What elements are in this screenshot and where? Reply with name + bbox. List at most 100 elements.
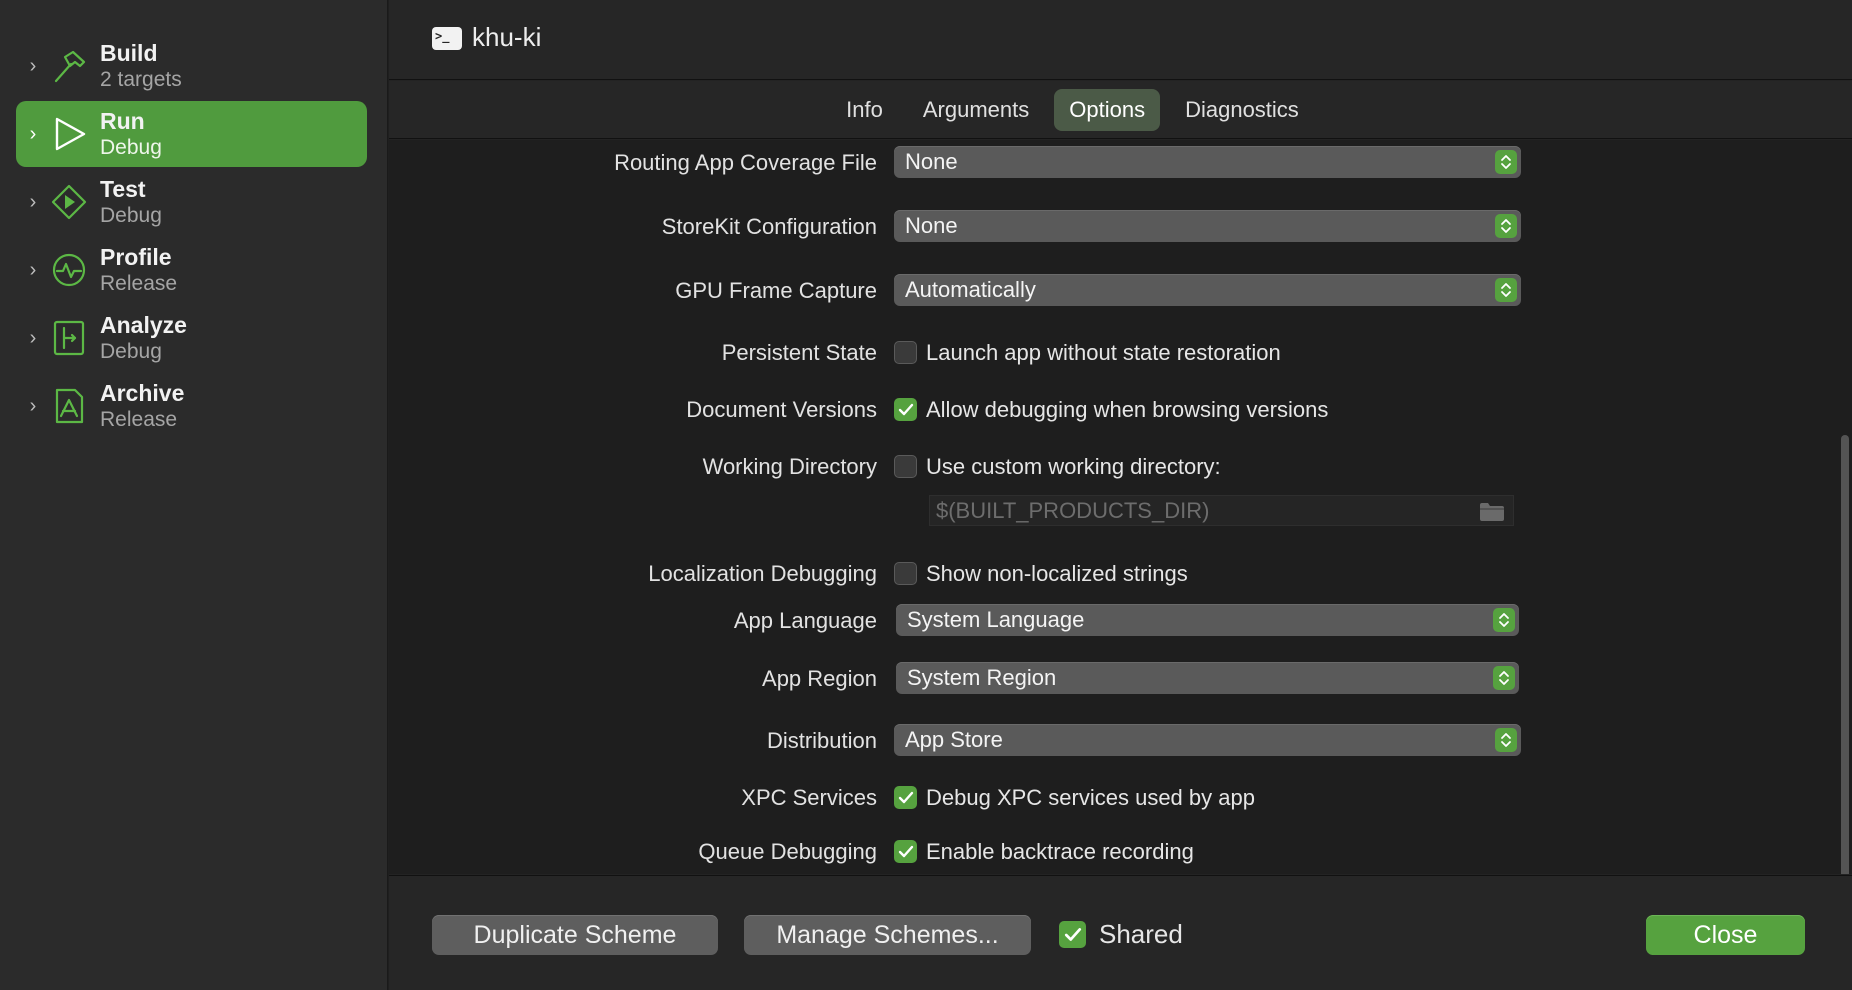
shared-checkbox[interactable] bbox=[1059, 921, 1086, 948]
scrollbar-thumb[interactable] bbox=[1841, 435, 1849, 874]
working-directory-checkbox[interactable] bbox=[894, 455, 917, 478]
manage-schemes-button[interactable]: Manage Schemes... bbox=[744, 915, 1031, 955]
sidebar-item-label: Test bbox=[100, 175, 146, 202]
app-region-label: App Region bbox=[762, 666, 877, 691]
queue-debugging-check-label[interactable]: Enable backtrace recording bbox=[926, 839, 1194, 865]
sidebar-item-sublabel: Debug bbox=[100, 340, 162, 364]
distribution-select[interactable]: App Store bbox=[894, 724, 1521, 756]
sidebar-item-sublabel: Debug bbox=[100, 136, 162, 160]
sidebar-item-profile[interactable]: › Profile Release bbox=[16, 237, 367, 303]
queue-debugging-checkbox[interactable] bbox=[894, 840, 917, 863]
distribution-row: Distribution App Store bbox=[389, 724, 1852, 758]
sidebar-item-label: Profile bbox=[100, 243, 172, 270]
xpc-services-checkbox[interactable] bbox=[894, 786, 917, 809]
checkmark-icon bbox=[898, 791, 913, 803]
routing-coverage-row: Routing App Coverage File None bbox=[389, 146, 1852, 180]
analyze-icon bbox=[50, 319, 88, 357]
select-value: App Store bbox=[905, 727, 1003, 752]
footer-bar: Duplicate Scheme Manage Schemes... Share… bbox=[389, 875, 1852, 990]
persistent-state-check-label[interactable]: Launch app without state restoration bbox=[926, 340, 1281, 366]
localization-debugging-check-label[interactable]: Show non-localized strings bbox=[926, 561, 1188, 587]
diamond-play-icon bbox=[50, 183, 88, 221]
select-value: None bbox=[905, 149, 958, 174]
document-versions-check-label[interactable]: Allow debugging when browsing versions bbox=[926, 397, 1328, 423]
gpu-capture-label: GPU Frame Capture bbox=[675, 278, 877, 303]
updown-stepper-icon bbox=[1493, 608, 1515, 632]
chevron-right-icon[interactable]: › bbox=[18, 55, 48, 78]
sidebar-item-archive[interactable]: › Archive Release bbox=[16, 373, 367, 439]
folder-icon[interactable] bbox=[1479, 500, 1505, 529]
updown-stepper-icon bbox=[1495, 278, 1517, 302]
sidebar-item-sublabel: Debug bbox=[100, 204, 162, 228]
scheme-title-bar: >_ khu-ki bbox=[389, 0, 1852, 80]
checkmark-icon bbox=[898, 845, 913, 857]
updown-stepper-icon bbox=[1493, 666, 1515, 690]
sidebar-item-run[interactable]: › Run Debug bbox=[16, 101, 367, 167]
persistent-state-checkbox[interactable] bbox=[894, 341, 917, 364]
xpc-services-check-label[interactable]: Debug XPC services used by app bbox=[926, 785, 1255, 811]
localization-debugging-checkbox[interactable] bbox=[894, 562, 917, 585]
working-directory-path-field[interactable]: $(BUILT_PRODUCTS_DIR) bbox=[929, 495, 1514, 526]
xpc-services-row: XPC Services Debug XPC services used by … bbox=[389, 781, 1852, 815]
chevron-right-icon[interactable]: › bbox=[18, 123, 48, 146]
options-scrollbar[interactable] bbox=[1838, 435, 1852, 874]
select-value: None bbox=[905, 213, 958, 238]
chevron-right-icon[interactable]: › bbox=[18, 395, 48, 418]
sidebar-item-sublabel: 2 targets bbox=[100, 68, 182, 92]
sidebar-item-label: Build bbox=[100, 39, 158, 66]
close-button[interactable]: Close bbox=[1646, 915, 1805, 955]
queue-debugging-label: Queue Debugging bbox=[698, 839, 877, 864]
persistent-state-row: Persistent State Launch app without stat… bbox=[389, 336, 1852, 370]
updown-stepper-icon bbox=[1495, 150, 1517, 174]
chevron-right-icon[interactable]: › bbox=[18, 191, 48, 214]
chevron-right-icon[interactable]: › bbox=[18, 327, 48, 350]
scheme-action-sidebar: › Build 2 targets › Run Debug › Test Deb… bbox=[0, 0, 388, 990]
app-region-row: App Region System Region bbox=[389, 662, 1852, 696]
routing-coverage-label: Routing App Coverage File bbox=[614, 150, 877, 175]
sidebar-item-label: Archive bbox=[100, 379, 185, 406]
updown-stepper-icon bbox=[1495, 728, 1517, 752]
tab-arguments[interactable]: Arguments bbox=[908, 89, 1044, 131]
storekit-select[interactable]: None bbox=[894, 210, 1521, 242]
updown-stepper-icon bbox=[1495, 214, 1517, 238]
working-directory-label: Working Directory bbox=[702, 454, 877, 479]
working-directory-check-label[interactable]: Use custom working directory: bbox=[926, 454, 1221, 480]
sidebar-item-label: Run bbox=[100, 107, 145, 134]
shared-label[interactable]: Shared bbox=[1099, 919, 1183, 950]
tab-diagnostics[interactable]: Diagnostics bbox=[1170, 89, 1314, 131]
routing-coverage-select[interactable]: None bbox=[894, 146, 1521, 178]
sidebar-item-sublabel: Release bbox=[100, 408, 178, 432]
select-value: System Region bbox=[907, 665, 1057, 690]
document-versions-row: Document Versions Allow debugging when b… bbox=[389, 393, 1852, 427]
archive-icon bbox=[50, 387, 88, 425]
sidebar-item-analyze[interactable]: › Analyze Debug bbox=[16, 305, 367, 371]
hammer-icon bbox=[50, 47, 88, 85]
options-content: Routing App Coverage File None StoreKit … bbox=[389, 140, 1852, 874]
path-placeholder: $(BUILT_PRODUCTS_DIR) bbox=[936, 498, 1210, 523]
gpu-capture-select[interactable]: Automatically bbox=[894, 274, 1521, 306]
app-language-select[interactable]: System Language bbox=[896, 604, 1519, 636]
sidebar-item-test[interactable]: › Test Debug bbox=[16, 169, 367, 235]
app-language-label: App Language bbox=[733, 608, 877, 633]
localization-debugging-row: Localization Debugging Show non-localize… bbox=[389, 557, 1852, 591]
select-value: Automatically bbox=[905, 277, 1036, 302]
app-region-select[interactable]: System Region bbox=[896, 662, 1519, 694]
storekit-row: StoreKit Configuration None bbox=[389, 210, 1852, 244]
xpc-services-label: XPC Services bbox=[741, 785, 877, 810]
scheme-editor-panel: >_ khu-ki Info Arguments Options Diagnos… bbox=[389, 0, 1852, 990]
terminal-icon: >_ bbox=[432, 27, 462, 50]
tab-info[interactable]: Info bbox=[831, 89, 898, 131]
storekit-label: StoreKit Configuration bbox=[661, 214, 877, 239]
tab-options[interactable]: Options bbox=[1054, 88, 1161, 131]
sidebar-item-label: Analyze bbox=[100, 311, 187, 338]
distribution-label: Distribution bbox=[766, 728, 877, 753]
tab-bar: Info Arguments Options Diagnostics bbox=[389, 81, 1852, 139]
working-directory-row: Working Directory Use custom working dir… bbox=[389, 450, 1852, 484]
gauge-icon bbox=[50, 251, 88, 289]
checkmark-icon bbox=[898, 403, 913, 415]
document-versions-checkbox[interactable] bbox=[894, 398, 917, 421]
chevron-right-icon[interactable]: › bbox=[18, 259, 48, 282]
duplicate-scheme-button[interactable]: Duplicate Scheme bbox=[432, 915, 718, 955]
document-versions-label: Document Versions bbox=[686, 397, 877, 422]
sidebar-item-build[interactable]: › Build 2 targets bbox=[16, 33, 367, 99]
